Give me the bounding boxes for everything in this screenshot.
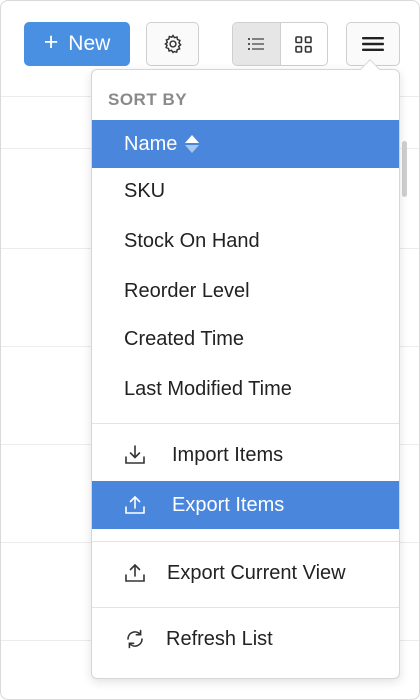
- sort-option-label: SKU: [124, 179, 166, 202]
- menu-divider: [92, 607, 399, 608]
- sort-direction-icon: [185, 135, 200, 153]
- list-view-button[interactable]: [233, 23, 281, 65]
- import-items-label: Import Items: [172, 443, 284, 466]
- menu-divider: [92, 541, 399, 542]
- sort-option-name[interactable]: Name: [92, 120, 399, 168]
- sort-option-label: Last Modified Time: [124, 377, 292, 400]
- plus-icon: +: [43, 28, 59, 56]
- sort-option-sku[interactable]: SKU: [92, 167, 399, 215]
- export-items-item[interactable]: Export Items: [92, 481, 399, 529]
- list-view-icon: [248, 38, 265, 50]
- sort-option-label: Created Time: [124, 327, 245, 350]
- export-current-view-label: Export Current View: [167, 561, 346, 584]
- sort-option-last-modified-time[interactable]: Last Modified Time: [92, 365, 399, 413]
- list-scrollbar[interactable]: [402, 141, 407, 197]
- sort-menu: SORT BY Name SKU Stock On Hand Reorder L…: [91, 69, 400, 679]
- new-button-label: New: [68, 32, 111, 55]
- refresh-list-item[interactable]: Refresh List: [92, 615, 399, 663]
- refresh-list-label: Refresh List: [166, 627, 273, 650]
- menu-divider: [92, 423, 399, 424]
- export-icon: [125, 563, 145, 582]
- sort-option-reorder-level[interactable]: Reorder Level: [92, 267, 399, 315]
- new-button[interactable]: + New: [24, 22, 130, 66]
- app-frame: + New SORT BY Name SKU Stock On Hand Reo…: [0, 0, 420, 700]
- export-current-view-item[interactable]: Export Current View: [92, 549, 399, 597]
- sort-option-stock-on-hand[interactable]: Stock On Hand: [92, 217, 399, 265]
- sort-option-label: Name: [124, 132, 178, 155]
- settings-button[interactable]: [146, 22, 199, 66]
- export-items-label: Export Items: [172, 493, 285, 516]
- refresh-icon: [127, 629, 143, 649]
- import-items-item[interactable]: Import Items: [92, 431, 399, 479]
- more-options-button[interactable]: [346, 22, 400, 66]
- view-toggle: [232, 22, 328, 66]
- import-icon: [125, 445, 145, 464]
- sort-option-label: Reorder Level: [124, 279, 250, 302]
- sort-option-label: Stock On Hand: [124, 229, 260, 252]
- grid-view-button[interactable]: [281, 23, 328, 65]
- sort-by-heading: SORT BY: [108, 90, 188, 109]
- hamburger-menu-icon: [362, 37, 384, 51]
- grid-view-icon: [295, 35, 313, 53]
- export-icon: [125, 495, 145, 514]
- sort-option-created-time[interactable]: Created Time: [92, 315, 399, 363]
- gear-icon: [163, 34, 182, 54]
